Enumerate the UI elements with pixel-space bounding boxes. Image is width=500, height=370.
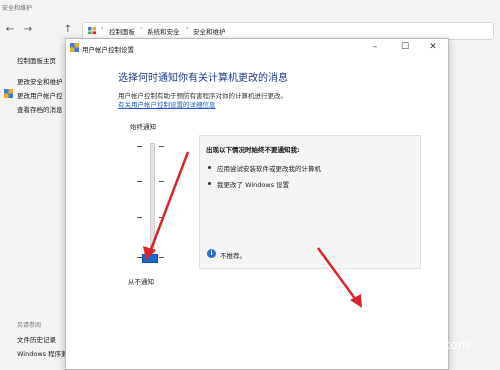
slider-tick [137,181,142,182]
dialog-title: 用户帐户控制设置 [82,46,134,54]
window-title: 安全和维护 [2,5,33,12]
left-link-archived-messages[interactable]: 查看存档的消息 [17,104,63,114]
slider-tick [159,217,164,218]
breadcrumb-security-maintenance[interactable]: 安全和维护 [193,26,226,36]
window-titlebar: 安全和维护 [0,0,500,16]
slider-tick [159,146,164,147]
breadcrumb-control-panel[interactable]: 控制面板 [109,26,135,36]
control-panel-icon [88,26,97,35]
left-link-home[interactable]: 控制面板主页 [17,55,56,65]
panel-bullet-2: 我更改了 Windows 设置 [217,181,290,189]
breadcrumb-separator: › [101,25,104,32]
slider-tick [137,217,142,218]
slider-tick [159,257,164,258]
left-link-file-history[interactable]: 文件历史记录 [17,334,56,344]
slider-track[interactable] [150,143,155,263]
watermark-text-en: aichunjing.com [378,338,470,352]
slider-tick [159,181,164,182]
breadcrumb-system-security[interactable]: 系统和安全 [147,26,180,36]
see-also-label: 另请参阅 [17,322,42,329]
panel-title: 出现以下情况时始终不要通知我: [206,146,300,154]
maximize-button[interactable]: ☐ [394,41,416,53]
back-button[interactable]: ← [4,24,16,36]
watermark-text-cn: 爱纯净 [376,316,442,340]
dialog-heading: 选择何时通知你有关计算机更改的消息 [118,73,288,84]
forward-button[interactable]: → [22,24,34,36]
uac-info-link[interactable]: 有关用户帐户控制设置的详细信息 [118,99,216,109]
info-icon: i [207,249,216,258]
minimize-button[interactable]: – [364,41,386,53]
slider-bottom-label: 从不通知 [128,278,154,286]
uac-shield-icon [70,43,79,52]
left-link-change-security[interactable]: 更改安全和维护 [17,76,63,86]
slider-tick [137,146,142,147]
left-link-change-uac[interactable]: 更改用户帐户控 [17,90,63,100]
bullet-dot [208,166,211,169]
panel-info-text: 不推荐。 [220,252,246,260]
panel-bullet-1: 应用尝试安装软件或更改我的计算机 [217,165,321,173]
close-button[interactable]: ✕ [422,41,444,53]
slider-thumb[interactable] [142,254,158,263]
uac-shield-icon [4,89,13,98]
slider-top-label: 始终通知 [130,123,156,131]
bullet-dot [208,182,211,185]
setting-description-panel: 出现以下情况时始终不要通知我: 应用尝试安装软件或更改我的计算机 我更改了 Wi… [199,135,421,269]
breadcrumb-separator: › [140,25,143,32]
left-link-windows-compat[interactable]: Windows 程序兼 [17,348,68,358]
breadcrumb-separator: › [186,25,189,32]
up-button[interactable]: ↑ [62,24,74,36]
